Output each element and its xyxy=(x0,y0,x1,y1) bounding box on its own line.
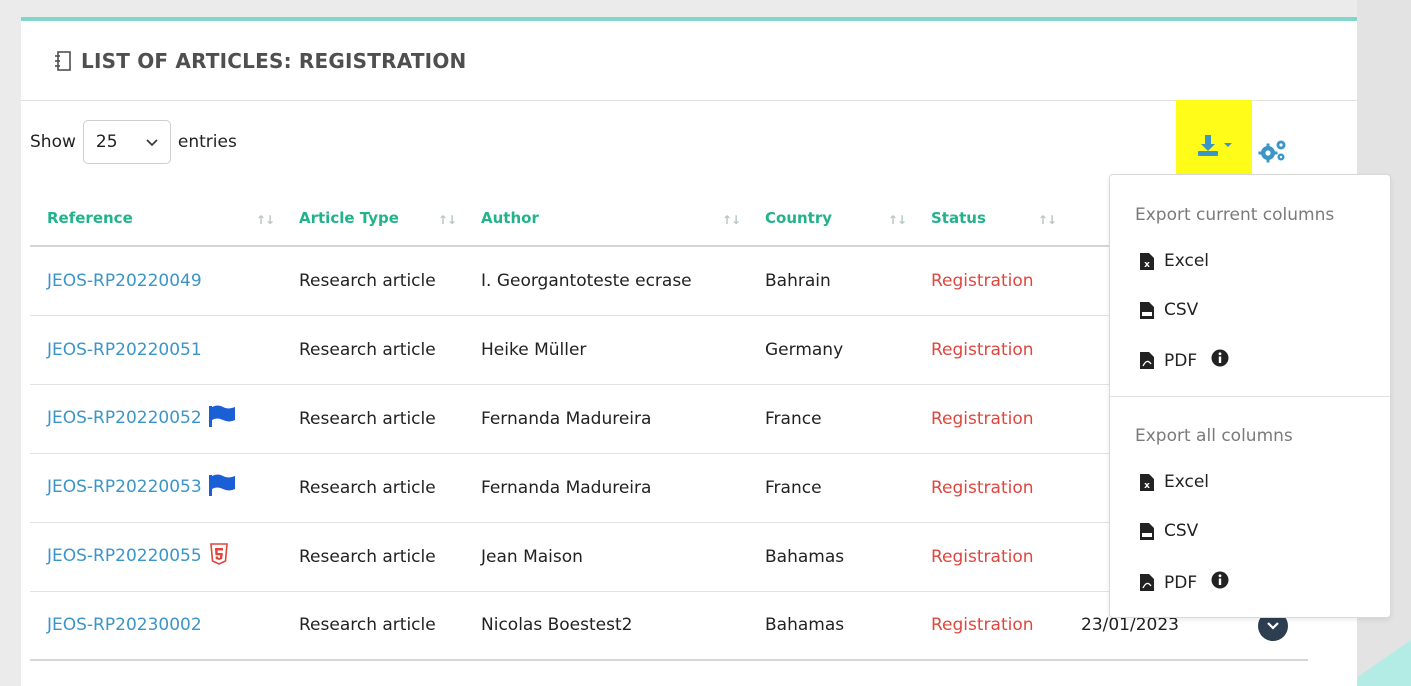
show-label: Show xyxy=(30,132,76,152)
column-header-label: Author xyxy=(481,208,539,227)
author-cell: Fernanda Madureira xyxy=(464,453,748,523)
country-cell: France xyxy=(748,384,914,454)
column-header-author[interactable]: Author ↑↓ xyxy=(464,190,748,247)
table-tools xyxy=(1176,100,1288,174)
download-icon xyxy=(1198,134,1236,162)
export-option-label: Excel xyxy=(1164,472,1210,492)
export-all-columns-header: Export all columns xyxy=(1135,426,1293,446)
date-value: 23/01/2023 xyxy=(1081,615,1179,636)
export-current-pdf[interactable]: PDF xyxy=(1140,349,1229,372)
export-all-pdf[interactable]: PDF xyxy=(1140,571,1229,594)
notebook-icon xyxy=(54,50,72,71)
country-cell: Bahamas xyxy=(748,591,914,661)
status-cell: Registration xyxy=(931,339,1034,360)
entries-select-value: 25 xyxy=(95,132,118,152)
export-option-label: PDF xyxy=(1164,350,1198,371)
html5-icon xyxy=(209,543,228,570)
author-cell: Heike Müller xyxy=(464,315,748,385)
file-pdf-icon xyxy=(1140,352,1154,369)
column-header-label: Reference xyxy=(47,208,133,227)
reference-link[interactable]: JEOS-RP20230002 xyxy=(47,615,202,635)
entries-per-page-select[interactable]: 25 xyxy=(82,120,171,164)
author-cell: Fernanda Madureira xyxy=(464,384,748,454)
export-current-excel[interactable]: x Excel xyxy=(1140,251,1209,271)
column-header-article-type[interactable]: Article Type ↑↓ xyxy=(282,190,464,247)
column-header-status[interactable]: Status ↑↓ xyxy=(914,190,1064,247)
column-header-country[interactable]: Country ↑↓ xyxy=(748,190,914,247)
length-control: Show 25 entries xyxy=(30,120,237,164)
country-cell: France xyxy=(748,453,914,523)
export-current-csv[interactable]: CSV xyxy=(1140,300,1198,320)
flag-icon xyxy=(208,405,236,432)
export-all-excel[interactable]: x Excel xyxy=(1140,472,1209,492)
svg-text:x: x xyxy=(1144,481,1150,491)
column-header-reference[interactable]: Reference ↑↓ xyxy=(30,190,282,247)
export-current-columns-header: Export current columns xyxy=(1135,205,1335,225)
file-csv-icon xyxy=(1140,301,1154,319)
file-excel-icon: x xyxy=(1140,252,1154,270)
column-header-label: Country xyxy=(765,208,833,227)
sort-icon: ↑↓ xyxy=(887,213,907,227)
file-pdf-icon xyxy=(1140,574,1154,591)
sort-icon: ↑↓ xyxy=(437,213,457,227)
export-button[interactable] xyxy=(1176,100,1252,174)
country-cell: Germany xyxy=(748,315,914,385)
file-csv-icon xyxy=(1140,522,1154,540)
menu-divider xyxy=(1110,396,1390,397)
status-cell: Registration xyxy=(931,408,1034,429)
sort-icon: ↑↓ xyxy=(255,213,275,227)
gear-icon[interactable] xyxy=(1258,138,1288,169)
sort-icon: ↑↓ xyxy=(1037,213,1057,227)
flag-icon xyxy=(208,474,236,501)
info-icon[interactable] xyxy=(1211,349,1229,372)
export-dropdown-menu: Export current columns x Excel CSV PDF E… xyxy=(1109,174,1391,618)
article-type-cell: Research article xyxy=(282,591,464,661)
status-cell: Registration xyxy=(931,477,1034,498)
file-excel-icon: x xyxy=(1140,473,1154,491)
status-cell: Registration xyxy=(931,615,1034,636)
author-cell: Nicolas Boestest2 xyxy=(464,591,748,661)
reference-link[interactable]: JEOS-RP20220053 xyxy=(47,477,202,497)
panel-header: LIST OF ARTICLES: REGISTRATION xyxy=(21,21,1357,101)
article-type-cell: Research article xyxy=(282,246,464,316)
column-header-label: Status xyxy=(931,208,986,227)
article-type-cell: Research article xyxy=(282,384,464,454)
entries-label: entries xyxy=(177,132,237,152)
country-cell: Bahrain xyxy=(748,246,914,316)
info-icon[interactable] xyxy=(1211,571,1229,594)
export-option-label: CSV xyxy=(1164,521,1199,541)
sort-icon: ↑↓ xyxy=(721,213,741,227)
chevron-down-icon xyxy=(1267,621,1279,630)
status-cell: Registration xyxy=(931,270,1034,291)
column-header-label: Article Type xyxy=(299,208,399,227)
status-cell: Registration xyxy=(931,546,1034,567)
svg-text:x: x xyxy=(1144,260,1150,270)
reference-link[interactable]: JEOS-RP20220055 xyxy=(47,546,202,566)
export-option-label: CSV xyxy=(1164,300,1199,320)
page-title: LIST OF ARTICLES: REGISTRATION xyxy=(54,49,466,73)
author-cell: I. Georgantoteste ecrase xyxy=(464,246,748,316)
reference-link[interactable]: JEOS-RP20220049 xyxy=(47,271,202,291)
article-type-cell: Research article xyxy=(282,453,464,523)
export-option-label: Excel xyxy=(1164,251,1210,271)
export-all-csv[interactable]: CSV xyxy=(1140,521,1198,541)
article-type-cell: Research article xyxy=(282,522,464,592)
article-type-cell: Research article xyxy=(282,315,464,385)
reference-link[interactable]: JEOS-RP20220051 xyxy=(47,340,202,360)
author-cell: Jean Maison xyxy=(464,522,748,592)
chevron-down-icon xyxy=(146,132,158,152)
country-cell: Bahamas xyxy=(748,522,914,592)
page-title-text: LIST OF ARTICLES: REGISTRATION xyxy=(81,48,467,73)
export-option-label: PDF xyxy=(1164,572,1198,593)
reference-link[interactable]: JEOS-RP20220052 xyxy=(47,408,202,428)
